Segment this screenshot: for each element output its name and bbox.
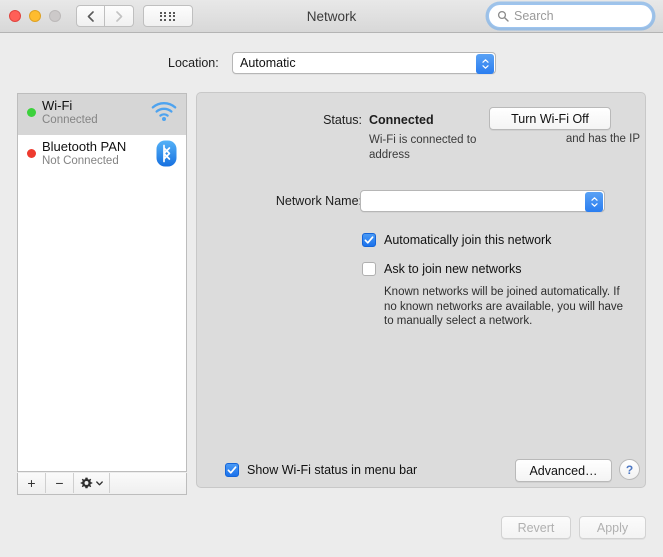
chevron-down-icon: [590, 203, 598, 207]
stepper-arrows: [585, 192, 603, 212]
auto-join-checkbox-row[interactable]: Automatically join this network: [362, 233, 551, 247]
sidebar-item-label: Bluetooth PAN: [42, 139, 127, 154]
ask-to-join-checkbox-row[interactable]: Ask to join new networks: [362, 262, 522, 276]
wifi-settings-panel: Status: Connected Wi-Fi is connected to …: [196, 92, 646, 488]
help-button[interactable]: ?: [619, 459, 640, 480]
advanced-label: Advanced…: [529, 463, 598, 478]
network-name-popup-button[interactable]: [360, 190, 605, 212]
network-name-label: Network Name:: [275, 194, 362, 208]
apply-button: Apply: [579, 516, 646, 539]
sidebar-item-status: Connected: [42, 114, 98, 126]
turn-wifi-off-button[interactable]: Turn Wi-Fi Off: [489, 107, 611, 130]
service-actions-button[interactable]: [74, 473, 110, 493]
advanced-button[interactable]: Advanced…: [515, 459, 612, 482]
checkmark-icon: [364, 236, 374, 244]
bluetooth-icon: [156, 140, 177, 170]
auto-join-checkbox[interactable]: [362, 233, 376, 247]
plus-icon: +: [27, 475, 36, 491]
search-field[interactable]: Search: [488, 4, 653, 28]
status-description: Wi-Fi is connected to address: [369, 134, 477, 161]
location-label: Location:: [168, 56, 219, 70]
remove-service-button[interactable]: −: [46, 473, 74, 493]
checkmark-icon: [227, 466, 237, 474]
status-ip-text: and has the IP: [565, 133, 640, 145]
gear-icon: [80, 477, 93, 488]
sidebar-item-wi-fi[interactable]: Wi-Fi Connected: [18, 94, 186, 135]
chevron-down-icon: [481, 65, 489, 69]
status-dot-red: [27, 149, 36, 158]
location-popup-button[interactable]: Automatic: [232, 52, 496, 74]
revert-label: Revert: [517, 520, 555, 535]
chevron-up-icon: [481, 59, 489, 63]
sidebar-item-bluetooth-pan[interactable]: Bluetooth PAN Not Connected: [18, 135, 186, 176]
status-value: Connected: [369, 113, 434, 127]
revert-button: Revert: [501, 516, 571, 539]
network-services-list[interactable]: Wi-Fi Connected Bluetooth PAN Not Connec…: [17, 93, 187, 472]
sidebar-item-status: Not Connected: [42, 155, 119, 167]
join-networks-hint: Known networks will be joined automatica…: [384, 286, 624, 327]
ask-to-join-label: Ask to join new networks: [384, 262, 522, 276]
auto-join-label: Automatically join this network: [384, 233, 552, 247]
search-icon: [497, 10, 509, 22]
wifi-icon: [151, 102, 177, 124]
chevron-up-icon: [590, 197, 598, 201]
turn-wifi-off-label: Turn Wi-Fi Off: [511, 111, 589, 126]
stepper-arrows: [476, 54, 494, 74]
status-dot-green: [27, 108, 36, 117]
menubar-status-label: Show Wi-Fi status in menu bar: [247, 463, 418, 477]
question-mark-icon: ?: [625, 462, 634, 477]
location-row: Location: Automatic: [0, 52, 663, 78]
sidebar-item-label: Wi-Fi: [42, 98, 73, 113]
ask-to-join-checkbox[interactable]: [362, 262, 376, 276]
minus-icon: −: [55, 475, 64, 491]
search-input[interactable]: Search: [514, 9, 554, 23]
location-value: Automatic: [240, 56, 296, 70]
status-label: Status:: [323, 113, 362, 127]
chevron-down-icon: [96, 480, 103, 485]
menubar-status-checkbox[interactable]: [225, 463, 239, 477]
apply-label: Apply: [596, 520, 629, 535]
window-titlebar: Network Search: [0, 0, 663, 33]
add-service-button[interactable]: +: [18, 473, 46, 493]
menubar-status-checkbox-row[interactable]: Show Wi-Fi status in menu bar: [225, 463, 417, 477]
services-toolbar: + −: [17, 473, 187, 495]
